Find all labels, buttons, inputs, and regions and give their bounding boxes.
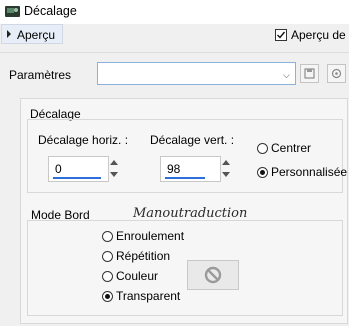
spin-up-icon[interactable] (110, 160, 118, 165)
chevron-down-icon[interactable]: ⌵ (283, 70, 290, 81)
transparent-radio[interactable] (102, 291, 113, 302)
vert-offset-value: 98 (167, 162, 181, 176)
app-icon (5, 6, 20, 17)
wrap-label: Enroulement (116, 229, 185, 243)
spin-down-icon[interactable] (222, 172, 230, 177)
color-radio[interactable] (102, 271, 113, 282)
vert-offset-spinner[interactable] (222, 156, 231, 182)
edge-color-swatch[interactable] (187, 260, 239, 290)
spin-up-icon[interactable] (222, 160, 230, 165)
vert-offset-input[interactable]: 98 (160, 156, 221, 182)
custom-radio[interactable] (257, 167, 268, 178)
live-preview-label: Aperçu de l (291, 28, 349, 42)
presets-dropdown[interactable] (97, 62, 296, 85)
vert-offset-label: Décalage vert. : (150, 133, 235, 147)
center-label: Centrer (271, 141, 312, 155)
transparent-label: Transparent (116, 289, 181, 303)
presets-label: Paramètres (9, 68, 72, 82)
horiz-offset-value: 0 (55, 162, 62, 176)
repeat-radio[interactable] (102, 251, 113, 262)
horiz-offset-label: Décalage horiz. : (38, 133, 129, 147)
save-preset-button[interactable] (300, 64, 319, 83)
wrap-radio[interactable] (102, 231, 113, 242)
horiz-offset-spinner[interactable] (110, 156, 119, 182)
color-label: Couleur (116, 269, 159, 283)
repeat-label: Répétition (116, 249, 171, 263)
custom-label: Personnalisée (271, 165, 348, 179)
reset-icon (331, 68, 342, 79)
preview-toggle-label: Aperçu (17, 28, 56, 42)
spin-down-icon[interactable] (110, 172, 118, 177)
center-radio[interactable] (257, 143, 268, 154)
reset-preset-button[interactable] (327, 64, 346, 83)
edge-mode-group (27, 220, 343, 316)
window-title: Décalage (24, 4, 77, 18)
divider (0, 52, 349, 53)
horiz-offset-input[interactable]: 0 (48, 156, 109, 182)
save-icon (304, 68, 315, 79)
no-color-icon (204, 266, 222, 284)
expand-triangle-icon (7, 30, 11, 38)
watermark-text: Manoutraduction (133, 206, 248, 221)
live-preview-checkbox[interactable] (275, 29, 287, 41)
